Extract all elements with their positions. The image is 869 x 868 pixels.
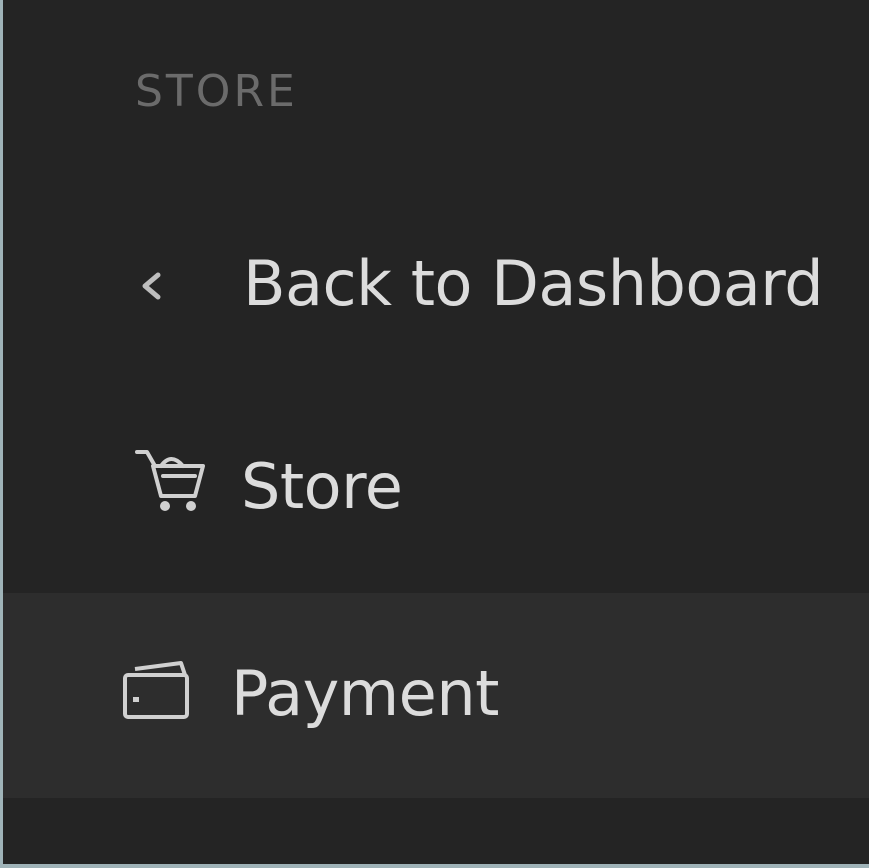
sidebar-item-back-to-dashboard[interactable]: Back to Dashboard bbox=[3, 185, 869, 390]
sidebar-item-label: Back to Dashboard bbox=[243, 247, 824, 320]
shopping-cart-icon bbox=[133, 446, 207, 516]
sidebar: STORE Back to Dashboard Store Payment bbox=[3, 0, 869, 864]
sidebar-item-label: Store bbox=[241, 450, 403, 523]
sidebar-item-store[interactable]: Store bbox=[3, 390, 869, 595]
chevron-left-icon bbox=[136, 271, 166, 301]
section-label-store: STORE bbox=[135, 66, 298, 117]
wallet-icon bbox=[119, 655, 191, 723]
sidebar-item-label: Payment bbox=[231, 657, 499, 730]
sidebar-item-payment[interactable]: Payment bbox=[3, 593, 869, 798]
